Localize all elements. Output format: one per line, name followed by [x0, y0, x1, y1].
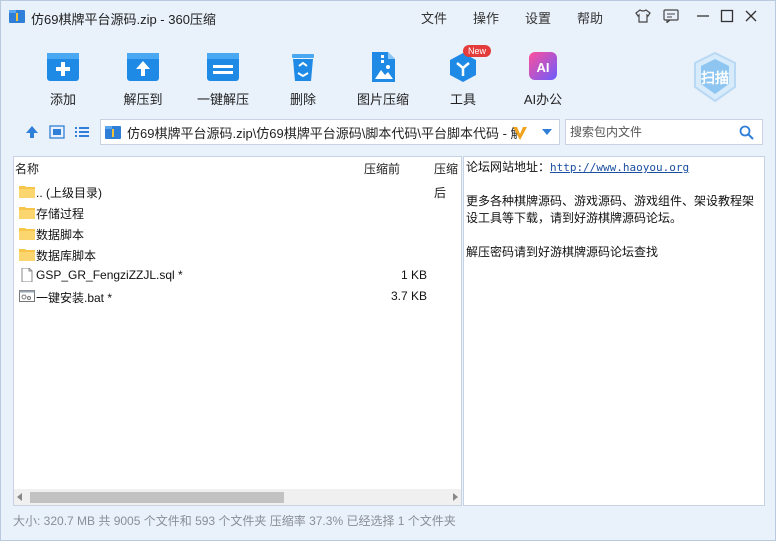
folder-icon	[19, 186, 35, 198]
delete-button[interactable]: 删除	[267, 51, 339, 108]
file-size: 1 KB	[400, 268, 427, 282]
menu-settings[interactable]: 设置	[525, 8, 551, 27]
feedback-icon[interactable]	[660, 6, 682, 26]
list-item[interactable]: 数据脚本	[14, 223, 461, 244]
image-compress-label: 图片压缩	[356, 92, 409, 107]
search-input[interactable]	[566, 120, 726, 144]
up-arrow-icon[interactable]	[24, 125, 40, 139]
add-label: 添加	[49, 92, 76, 107]
tools-icon: New	[445, 45, 492, 83]
view-list-icon[interactable]	[74, 125, 90, 139]
list-item[interactable]: 数据库脚本	[14, 244, 461, 265]
view-thumbnail-icon[interactable]	[49, 125, 65, 139]
extract-to-button[interactable]: 解压到	[107, 51, 179, 108]
column-header-size-after[interactable]: 压缩后	[434, 157, 461, 200]
tools-label: 工具	[449, 92, 476, 107]
batch-file-icon	[19, 290, 35, 302]
maximize-icon[interactable]	[716, 6, 738, 26]
menu-file[interactable]: 文件	[421, 8, 447, 27]
scroll-left-icon[interactable]	[17, 493, 23, 501]
file-name: 一键安装.bat *	[36, 291, 113, 305]
one-click-extract-button[interactable]: 一键解压	[187, 51, 259, 108]
file-rows: .. (上级目录) 存储过程 数据脚本 数据库脚本 GSP_GR_FengziZ	[14, 181, 461, 307]
title-bar: 仿69棋牌平台源码.zip - 360压缩 文件 操作 设置 帮助	[1, 1, 775, 31]
search-icon[interactable]	[739, 125, 754, 140]
horizontal-scrollbar[interactable]	[14, 489, 461, 505]
search-box[interactable]	[565, 119, 763, 145]
scan-button[interactable]: 扫描	[689, 51, 741, 103]
ai-office-button[interactable]: AI AI办公	[507, 51, 579, 108]
status-bar-text: 大小: 320.7 MB 共 9005 个文件和 593 个文件夹 压缩率 37…	[13, 514, 456, 528]
password-info-text: 解压密码请到好游棋牌源码论坛查找	[466, 245, 659, 259]
scrollbar-thumb[interactable]	[30, 492, 284, 503]
folder-icon	[19, 207, 35, 219]
menu-help[interactable]: 帮助	[577, 8, 603, 27]
forum-line: 论坛网站地址：http://www.haoyou.org	[466, 159, 762, 176]
image-compress-icon	[365, 51, 401, 83]
forum-label: 论坛网站地址：	[466, 160, 551, 174]
zip-archive-icon	[9, 10, 25, 23]
add-icon	[45, 51, 81, 83]
list-item[interactable]: GSP_GR_FengziZZJL.sql * 1 KB	[14, 265, 461, 286]
file-name: 存储过程	[36, 207, 85, 221]
image-compress-button[interactable]: 图片压缩	[347, 51, 419, 108]
skin-shirt-icon[interactable]	[632, 6, 654, 26]
file-name: 数据库脚本	[36, 249, 97, 263]
address-path: 仿69棋牌平台源码.zip\仿69棋牌平台源码\脚本代码\平台脚本代码 - 解包…	[127, 125, 517, 141]
forum-link[interactable]: http://www.haoyou.org	[550, 161, 689, 174]
vip-v-icon[interactable]	[511, 124, 529, 142]
file-name: 数据脚本	[36, 228, 85, 242]
list-item[interactable]: .. (上级目录)	[14, 181, 461, 202]
chevron-down-icon[interactable]	[541, 128, 553, 136]
minimize-icon[interactable]	[692, 6, 714, 26]
archive-comment-pane: 论坛网站地址：http://www.haoyou.org 更多各种棋牌源码、游戏…	[463, 156, 765, 506]
window-title: 仿69棋牌平台源码.zip - 360压缩	[31, 12, 216, 27]
menu-operation[interactable]: 操作	[473, 8, 499, 27]
ai-office-label: AI办公	[523, 92, 563, 107]
list-item[interactable]: 存储过程	[14, 202, 461, 223]
file-name: GSP_GR_FengziZZJL.sql *	[36, 268, 183, 282]
app-window: 仿69棋牌平台源码.zip - 360压缩 文件 操作 设置 帮助 添加 解压到…	[0, 0, 776, 541]
ai-office-icon: AI	[525, 51, 561, 83]
file-size: 3.7 KB	[390, 289, 427, 303]
download-info-text: 更多各种棋牌源码、游戏源码、游戏组件、架设教程架设工具等下载，请到好游棋牌源码论…	[466, 194, 755, 225]
file-list-pane: 名称 压缩前 压缩后 .. (上级目录) 存储过程 数据脚本 数据库脚本 GSP…	[13, 156, 462, 506]
one-click-extract-label: 一键解压	[196, 92, 249, 107]
svg-text:AI: AI	[537, 60, 550, 75]
delete-label: 删除	[289, 92, 316, 107]
extract-to-icon	[125, 51, 161, 83]
column-header-name[interactable]: 名称	[15, 157, 39, 181]
column-header-size-before[interactable]: 压缩前	[364, 157, 400, 181]
add-button[interactable]: 添加	[27, 51, 99, 108]
one-click-extract-icon	[205, 51, 241, 83]
scroll-right-icon[interactable]	[452, 493, 458, 501]
list-item[interactable]: 一键安装.bat * 3.7 KB	[14, 286, 461, 307]
tools-button[interactable]: New 工具	[427, 45, 499, 108]
extract-to-label: 解压到	[123, 92, 163, 107]
document-file-icon	[21, 268, 33, 282]
folder-icon	[19, 228, 35, 240]
recycle-bin-icon	[285, 51, 321, 83]
scan-label: 扫描	[701, 70, 729, 86]
file-name: .. (上级目录)	[36, 186, 102, 200]
address-bar[interactable]: 仿69棋牌平台源码.zip\仿69棋牌平台源码\脚本代码\平台脚本代码 - 解包…	[100, 119, 560, 145]
folder-icon	[19, 249, 35, 261]
new-badge: New	[463, 45, 492, 57]
zip-archive-icon	[105, 126, 121, 139]
close-icon[interactable]	[740, 6, 762, 26]
toolbar: 添加 解压到 一键解压 删除 图片压缩 New 工具 AI AI办公	[1, 41, 775, 113]
